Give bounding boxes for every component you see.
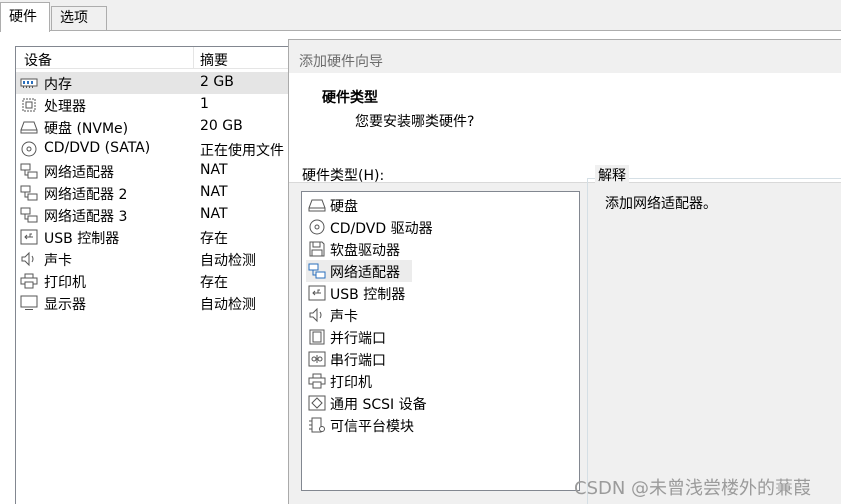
watermark: CSDN @未曾浅尝楼外的蒹葭	[574, 478, 812, 499]
device-summary: 20 GB	[200, 118, 243, 134]
device-summary: 自动检测	[200, 297, 256, 313]
device-name: 处理器	[44, 99, 86, 115]
serial-port-icon	[308, 351, 326, 367]
hardware-type-label: 声卡	[330, 309, 358, 325]
hardware-type-label: 软盘驱动器	[330, 243, 400, 259]
hardware-type-label: 并行端口	[330, 331, 386, 347]
hardware-type-trusted-platform-module[interactable]: 可信平台模块	[306, 414, 414, 436]
device-row-network-adapter-2[interactable]: 网络适配器 2 NAT	[16, 182, 314, 204]
device-row-cd-dvd[interactable]: CD/DVD (SATA) 正在使用文件	[16, 138, 314, 160]
printer-icon	[20, 273, 38, 289]
explanation-label: 解释	[595, 165, 629, 185]
cd-dvd-icon	[20, 141, 38, 157]
column-header-device[interactable]: 设备	[24, 50, 52, 70]
device-name: 网络适配器 3	[44, 209, 128, 225]
hard-disk-icon	[308, 197, 326, 213]
hardware-type-generic-scsi[interactable]: 通用 SCSI 设备	[306, 392, 427, 414]
hard-disk-icon	[20, 119, 38, 135]
device-summary: NAT	[200, 206, 228, 222]
hardware-type-label: USB 控制器	[330, 287, 406, 303]
device-name: 内存	[44, 77, 72, 93]
device-name: 打印机	[44, 275, 86, 291]
device-name: 网络适配器	[44, 165, 114, 181]
hardware-type-floppy[interactable]: 软盘驱动器	[306, 238, 400, 260]
tab-options[interactable]: 选项	[51, 6, 107, 31]
device-row-printer[interactable]: 打印机 存在	[16, 270, 314, 292]
hardware-type-label: 打印机	[330, 375, 372, 391]
scsi-icon	[308, 395, 326, 411]
device-summary: 2 GB	[200, 74, 234, 90]
hardware-type-serial-port[interactable]: 串行端口	[306, 348, 386, 370]
hardware-type-usb-controller[interactable]: USB 控制器	[306, 282, 405, 304]
parallel-port-icon	[308, 329, 326, 345]
cd-dvd-icon	[308, 219, 326, 235]
floppy-icon	[308, 241, 326, 257]
hardware-type-network-adapter[interactable]: 网络适配器	[306, 260, 412, 282]
hardware-type-label: 硬盘	[330, 199, 358, 215]
device-summary: 存在	[200, 275, 228, 291]
device-name: USB 控制器	[44, 231, 120, 247]
hardware-type-label: CD/DVD 驱动器	[330, 221, 433, 237]
device-name: 显示器	[44, 297, 86, 313]
device-row-processor[interactable]: 处理器 1	[16, 94, 314, 116]
tab-hardware-label: 硬件	[9, 9, 37, 25]
wizard-title: 添加硬件向导	[299, 54, 383, 70]
sound-card-icon	[308, 307, 326, 323]
network-adapter-icon	[20, 185, 38, 201]
wizard-subheading: 您要安装哪类硬件?	[355, 114, 475, 130]
tab-strip: 硬件 选项	[0, 0, 841, 32]
device-row-display[interactable]: 显示器 自动检测	[16, 292, 314, 314]
hardware-type-label: 串行端口	[330, 353, 386, 369]
device-row-network-adapter[interactable]: 网络适配器 NAT	[16, 160, 314, 182]
wizard-heading: 硬件类型	[322, 90, 378, 106]
explanation-text: 添加网络适配器。	[605, 196, 717, 212]
hardware-type-sound-card[interactable]: 声卡	[306, 304, 358, 326]
memory-icon	[20, 75, 38, 91]
hardware-type-label: 网络适配器	[330, 265, 400, 281]
hardware-type-parallel-port[interactable]: 并行端口	[306, 326, 386, 348]
network-adapter-icon	[20, 163, 38, 179]
tab-hardware[interactable]: 硬件	[0, 2, 50, 32]
hardware-type-label: 通用 SCSI 设备	[330, 397, 427, 413]
device-summary: 1	[200, 96, 209, 112]
device-summary: 存在	[200, 231, 228, 247]
sound-card-icon	[20, 251, 38, 267]
add-hardware-wizard-dialog: 添加硬件向导 硬件类型 您要安装哪类硬件? 硬件类型(H): 硬盘 CD/DVD…	[288, 39, 841, 504]
device-name: CD/DVD (SATA)	[44, 140, 151, 156]
device-row-memory[interactable]: 内存 2 GB	[16, 72, 314, 94]
usb-icon	[20, 229, 38, 245]
device-name: 声卡	[44, 253, 72, 269]
usb-icon	[308, 285, 326, 301]
device-list[interactable]: 设备 摘要 内存 2 GB 处理器 1 硬盘 (NVMe) 20 GB CD/D…	[15, 46, 315, 504]
hardware-type-printer[interactable]: 打印机	[306, 370, 372, 392]
device-row-usb-controller[interactable]: USB 控制器 存在	[16, 226, 314, 248]
device-summary: NAT	[200, 162, 228, 178]
explanation-group	[587, 178, 841, 504]
hardware-type-label: 硬件类型(H):	[302, 168, 385, 184]
device-name: 硬盘 (NVMe)	[44, 121, 129, 137]
device-summary: NAT	[200, 184, 228, 200]
device-row-hard-disk[interactable]: 硬盘 (NVMe) 20 GB	[16, 116, 314, 138]
tab-options-label: 选项	[60, 10, 88, 26]
device-row-network-adapter-3[interactable]: 网络适配器 3 NAT	[16, 204, 314, 226]
hardware-type-hard-disk[interactable]: 硬盘	[306, 194, 358, 216]
device-list-header: 设备 摘要	[16, 47, 314, 69]
printer-icon	[308, 373, 326, 389]
hardware-type-cd-dvd[interactable]: CD/DVD 驱动器	[306, 216, 433, 238]
device-summary: 自动检测	[200, 253, 256, 269]
device-name: 网络适配器 2	[44, 187, 128, 203]
processor-icon	[20, 97, 38, 113]
network-adapter-icon	[308, 263, 326, 279]
tpm-icon	[308, 417, 326, 433]
device-row-sound-card[interactable]: 声卡 自动检测	[16, 248, 314, 270]
network-adapter-icon	[20, 207, 38, 223]
hardware-type-list[interactable]: 硬盘 CD/DVD 驱动器 软盘驱动器 网络适配器 USB 控制器 声卡 并行端…	[301, 191, 580, 491]
column-header-summary[interactable]: 摘要	[200, 50, 228, 70]
hardware-type-label: 可信平台模块	[330, 419, 414, 435]
display-icon	[20, 295, 38, 311]
device-summary: 正在使用文件	[200, 143, 284, 159]
